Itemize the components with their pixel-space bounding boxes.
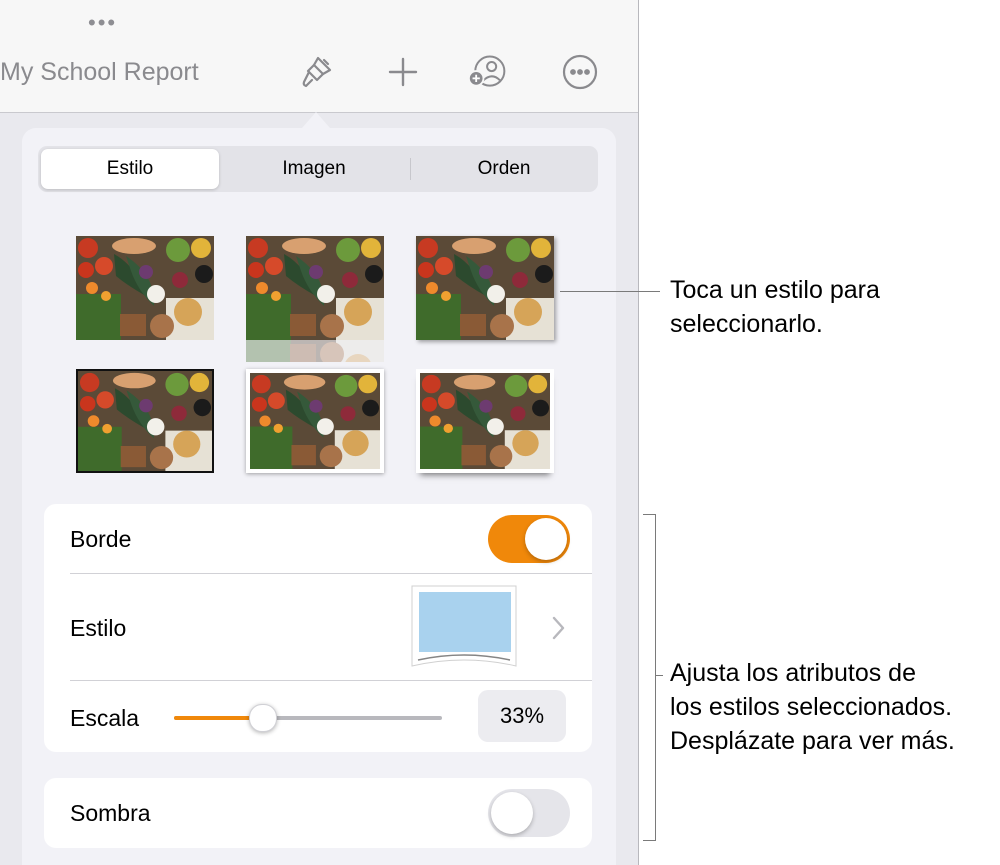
device-screen: ••• My School Report Estilo Imagen Orden…	[0, 0, 639, 865]
style-preset-4[interactable]	[76, 369, 214, 473]
style-preset-1[interactable]	[76, 236, 214, 340]
style-preset-5[interactable]	[246, 369, 384, 473]
toggle-knob	[525, 518, 567, 560]
callout-line-styles	[560, 291, 660, 292]
style-preset-6[interactable]	[416, 369, 554, 473]
scale-slider[interactable]	[174, 704, 442, 732]
callout-styles: Toca un estilo para seleccionarlo.	[670, 273, 880, 341]
segmented-control: Estilo Imagen Orden	[38, 146, 598, 192]
reflection	[246, 340, 384, 362]
tab-orden[interactable]: Orden	[413, 149, 595, 189]
chevron-right-icon[interactable]	[548, 614, 568, 642]
callout-bracket	[643, 514, 656, 841]
popover-arrow	[302, 112, 330, 128]
paintbrush-icon[interactable]	[296, 52, 336, 92]
shadow-card: Sombra	[44, 778, 592, 848]
callout-attrs-line3: Desplázate para ver más.	[670, 727, 955, 755]
plus-icon[interactable]	[383, 52, 423, 92]
shadow-label: Sombra	[70, 800, 151, 826]
style-preset-3[interactable]	[416, 236, 554, 340]
callout-attrs: Ajusta los atributos de los estilos sele…	[670, 656, 955, 758]
style-row-label: Estilo	[70, 615, 127, 641]
callout-styles-line1: Toca un estilo para	[670, 276, 880, 304]
divider	[70, 680, 592, 681]
scale-value-field[interactable]: 33%	[478, 690, 566, 742]
add-collaborator-icon[interactable]	[468, 52, 508, 92]
shadow-toggle[interactable]	[488, 789, 570, 837]
format-popover: Estilo Imagen Orden Borde Estilo Escala …	[22, 128, 616, 865]
divider	[70, 573, 592, 574]
border-toggle[interactable]	[488, 515, 570, 563]
toolbar: ••• My School Report	[0, 0, 638, 113]
border-card: Borde Estilo Escala 33%	[44, 504, 592, 752]
border-style-swatch[interactable]	[410, 584, 518, 668]
segment-divider	[410, 158, 411, 180]
scale-label: Escala	[70, 705, 140, 731]
callout-line-attrs	[655, 675, 663, 676]
tab-estilo[interactable]: Estilo	[41, 149, 219, 189]
toggle-knob	[491, 792, 533, 834]
slider-knob[interactable]	[249, 704, 278, 732]
callout-attrs-line1: Ajusta los atributos de	[670, 659, 916, 687]
document-title[interactable]: My School Report	[0, 58, 199, 87]
multitasking-dots[interactable]: •••	[88, 10, 117, 36]
callout-styles-line2: seleccionarlo.	[670, 310, 823, 338]
callout-attrs-line2: los estilos seleccionados.	[670, 693, 953, 721]
more-icon[interactable]	[560, 52, 600, 92]
style-preset-2[interactable]	[246, 236, 384, 362]
tab-imagen[interactable]: Imagen	[224, 149, 404, 189]
border-label: Borde	[70, 526, 132, 552]
scale-value: 33%	[499, 703, 545, 728]
